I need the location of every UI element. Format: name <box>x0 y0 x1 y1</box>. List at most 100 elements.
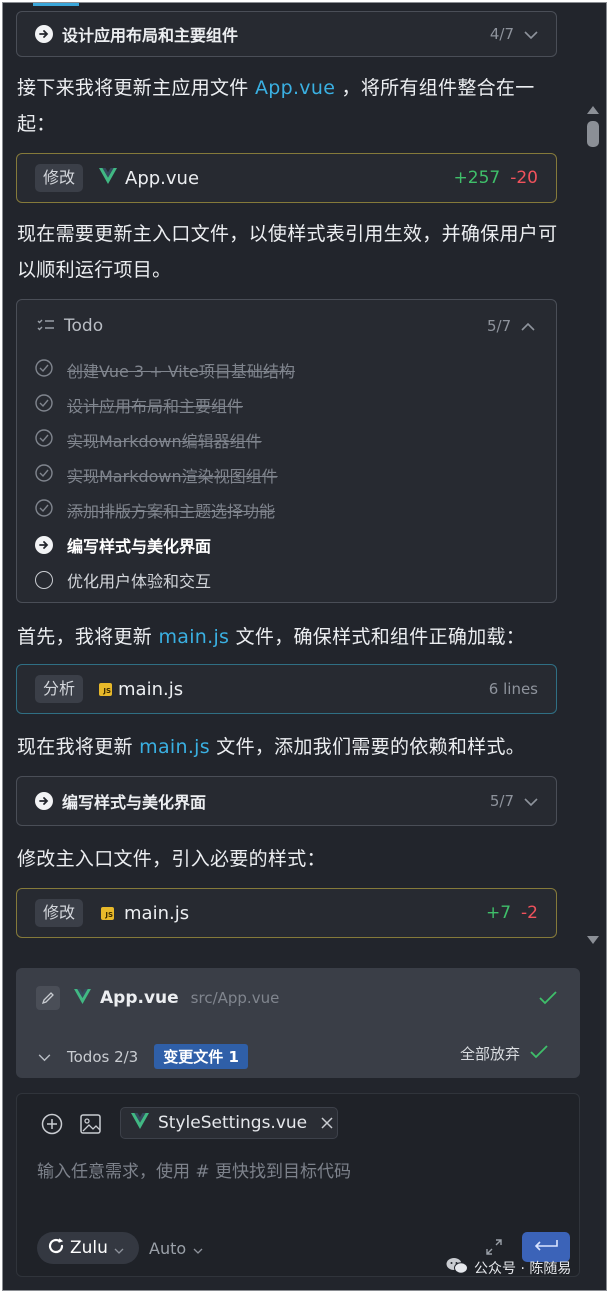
changed-file-path: src/App.vue <box>190 989 280 1007</box>
watermark-text: 公众号 · 陈随易 <box>474 1261 572 1277</box>
step-title: 编写样式与美化界面 <box>62 793 207 812</box>
step-count: 5/7 <box>489 792 514 810</box>
file-link-app-vue[interactable]: App.vue <box>255 77 335 99</box>
image-upload-icon[interactable] <box>80 1114 101 1138</box>
file-name: main.js <box>124 902 190 924</box>
check-circle-icon <box>35 394 53 416</box>
edit-pencil-icon <box>36 986 60 1010</box>
step-card-styling[interactable]: 编写样式与美化界面 5/7 <box>16 776 557 826</box>
check-circle-icon <box>35 429 53 451</box>
step-card-layout[interactable]: 设计应用布局和主要组件 4/7 <box>16 11 557 57</box>
js-file-icon: JS <box>101 906 115 920</box>
scrollbar-thumb[interactable] <box>587 121 599 147</box>
scroll-down-arrow-icon[interactable] <box>587 929 599 948</box>
message-paragraph: 接下来我将更新主应用文件 App.vue ，将所有组件整合在一起： <box>17 70 562 142</box>
todo-item: 编写样式与美化界面 <box>35 533 211 557</box>
chevron-down-icon <box>193 1239 203 1258</box>
changed-file-row[interactable]: App.vue src/App.vue <box>36 986 279 1010</box>
todos-progress: Todos 2/3 <box>67 1047 139 1066</box>
file-change-card-app-vue[interactable]: 修改 App.vue +257 -20 <box>16 153 557 203</box>
file-change-card-main-js[interactable]: 修改 JS main.js +7 -2 <box>16 888 557 938</box>
model-name: Zulu <box>70 1238 108 1258</box>
todo-item-label: 创建Vue 3 + Vite项目基础结构 <box>67 362 295 381</box>
vue-icon <box>74 988 91 1008</box>
prompt-input[interactable]: 输入任意需求，使用 # 更快找到目标代码 <box>37 1157 557 1182</box>
add-context-plus-icon[interactable] <box>41 1113 63 1139</box>
js-file-icon: JS <box>99 682 113 696</box>
chevron-down-icon[interactable] <box>524 792 538 811</box>
arrow-right-circle-icon <box>35 25 53 43</box>
mode-selector[interactable]: Auto <box>149 1239 203 1258</box>
lines-removed: -20 <box>510 168 538 188</box>
edit-tag: 修改 <box>35 164 84 192</box>
active-tab-indicator <box>33 3 79 6</box>
lines-added: +7 <box>485 903 512 923</box>
todo-item: 实现Markdown编辑器组件 <box>35 428 262 452</box>
chevron-down-icon <box>38 1047 51 1066</box>
chevron-down-icon <box>114 1239 124 1258</box>
analyze-tag: 分析 <box>35 675 84 703</box>
file-link-main-js[interactable]: main.js <box>139 736 210 758</box>
attached-file-name: StyleSettings.vue <box>158 1113 308 1133</box>
chevron-down-icon[interactable] <box>524 25 538 44</box>
todo-header[interactable]: Todo <box>37 316 103 336</box>
vue-icon <box>131 1113 149 1133</box>
chat-composer: StyleSettings.vue 输入任意需求，使用 # 更快找到目标代码 Z… <box>16 1093 580 1277</box>
lines-removed: -2 <box>521 903 538 923</box>
mode-name: Auto <box>149 1239 187 1258</box>
message-paragraph: 修改主入口文件，引入必要的样式： <box>17 848 326 870</box>
file-link-main-js[interactable]: main.js <box>158 626 229 648</box>
changed-files-badge[interactable]: 变更文件 1 <box>154 1044 248 1069</box>
todo-item-label: 优化用户体验和交互 <box>67 572 212 591</box>
todo-count: 5/7 <box>487 316 512 335</box>
text: 接下来我将更新主应用文件 <box>17 77 255 99</box>
line-count: 6 lines <box>488 680 538 698</box>
todo-card: Todo 5/7 创建Vue 3 + Vite项目基础结构 设计应用布局和主要组件… <box>16 299 557 603</box>
edit-tag: 修改 <box>35 899 84 927</box>
check-circle-icon <box>35 499 53 521</box>
attached-file-chip[interactable]: StyleSettings.vue <box>120 1107 338 1139</box>
todo-item-label: 实现Markdown编辑器组件 <box>67 432 262 451</box>
todo-item-label: 设计应用布局和主要组件 <box>67 397 244 416</box>
todo-item: 设计应用布局和主要组件 <box>35 393 243 417</box>
check-circle-icon <box>35 359 53 381</box>
remove-attachment-close-icon[interactable] <box>321 1114 333 1133</box>
arrow-right-circle-icon <box>35 792 53 810</box>
file-analyze-card-main-js[interactable]: 分析 JS main.js 6 lines <box>16 664 557 714</box>
message-paragraph: 现在需要更新主入口文件，以使样式表引用生效，并确保用户可以顺利运行项目。 <box>17 223 558 281</box>
accept-all-check-icon[interactable] <box>530 1044 548 1063</box>
text: 现在我将更新 <box>17 736 140 758</box>
model-logo-icon <box>47 1237 65 1259</box>
file-name: main.js <box>118 678 184 700</box>
checklist-icon <box>37 317 55 336</box>
text: 文件，确保样式和组件正确加载： <box>229 626 526 648</box>
file-name: App.vue <box>125 167 200 189</box>
todo-item-label: 编写样式与美化界面 <box>67 537 212 556</box>
wechat-logo-icon <box>446 1257 468 1279</box>
model-selector[interactable]: Zulu <box>37 1232 139 1264</box>
todo-title: Todo <box>64 316 104 336</box>
changed-file-name: App.vue <box>100 988 179 1008</box>
vue-icon <box>99 168 118 188</box>
todo-item-label: 添加排版方案和主题选择功能 <box>67 502 276 521</box>
todo-item-label: 实现Markdown渲染视图组件 <box>67 467 278 486</box>
watermark: 公众号 · 陈随易 <box>446 1257 571 1279</box>
todo-item: 添加排版方案和主题选择功能 <box>35 498 275 522</box>
discard-all-area: 全部放弃 <box>460 1043 548 1064</box>
todos-toggle[interactable]: Todos 2/3 变更文件 1 <box>38 1044 248 1069</box>
todo-item: 实现Markdown渲染视图组件 <box>35 463 278 487</box>
pending-changes-panel: App.vue src/App.vue Todos 2/3 变更文件 1 全部放… <box>16 968 580 1078</box>
assistant-chat-panel: 设计应用布局和主要组件 4/7 接下来我将更新主应用文件 App.vue ，将所… <box>2 2 607 1291</box>
scroll-up-arrow-icon[interactable] <box>587 99 599 118</box>
todo-collapse[interactable]: 5/7 <box>487 316 535 335</box>
accept-file-check-icon[interactable] <box>539 990 557 1009</box>
chevron-up-icon[interactable] <box>521 316 535 335</box>
lines-added: +257 <box>453 168 501 188</box>
message-paragraph: 首先，我将更新 main.js 文件，确保样式和组件正确加载： <box>17 619 577 655</box>
text: 文件，添加我们需要的依赖和样式。 <box>209 736 526 758</box>
empty-circle-icon <box>35 571 53 589</box>
discard-all-button[interactable]: 全部放弃 <box>460 1043 520 1064</box>
arrow-right-circle-icon <box>35 536 53 554</box>
enter-arrow-icon <box>533 1238 559 1257</box>
todo-item: 优化用户体验和交互 <box>35 568 211 592</box>
